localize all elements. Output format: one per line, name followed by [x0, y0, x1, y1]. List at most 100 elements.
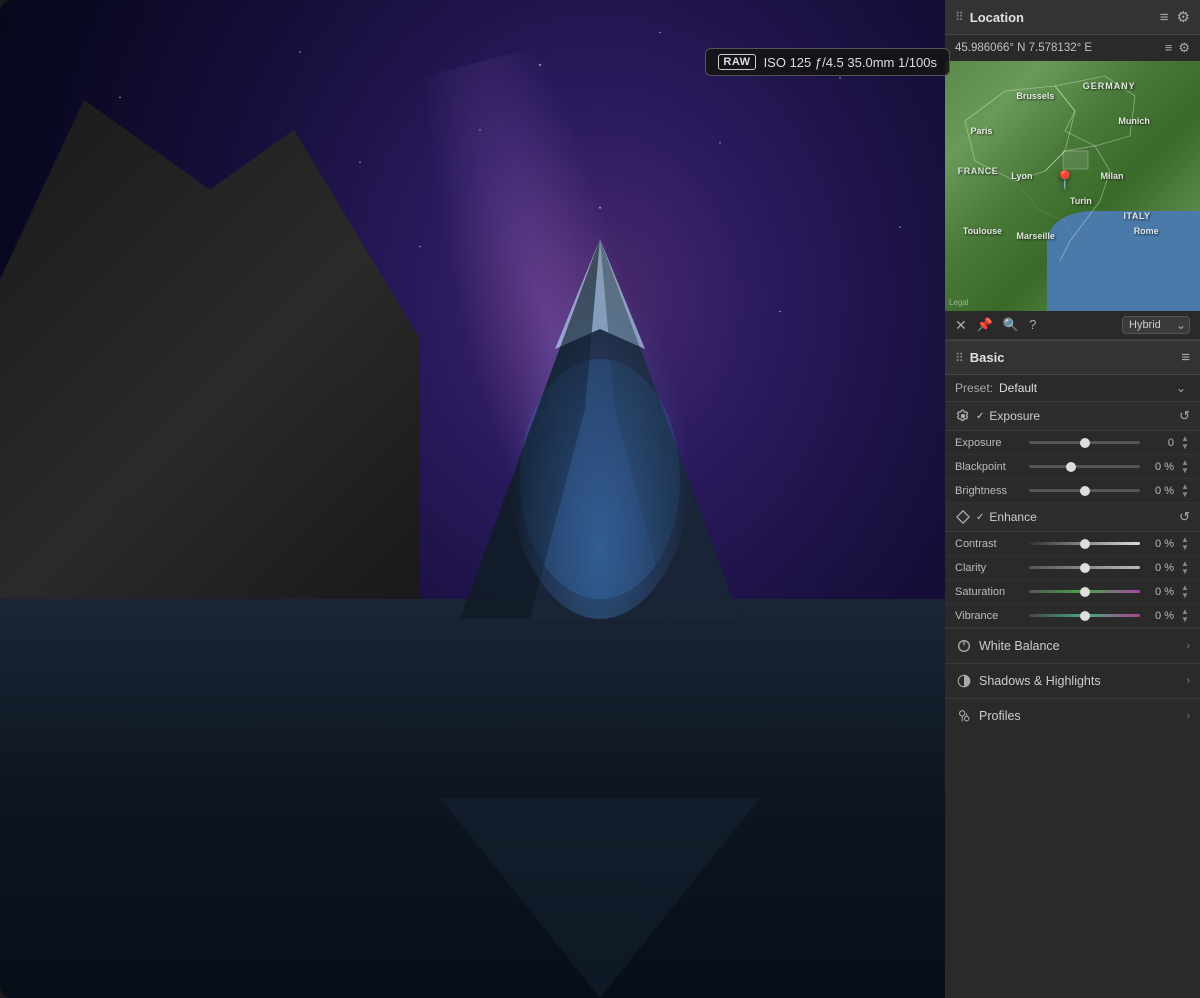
stepper-blackpoint[interactable]: ▲ ▼ [1180, 459, 1190, 474]
slider-track-clarity[interactable] [1029, 561, 1140, 575]
slider-track-brightness[interactable] [1029, 484, 1140, 498]
stepper-vibrance[interactable]: ▲ ▼ [1180, 608, 1190, 623]
stepper-up-clarity[interactable]: ▲ [1180, 560, 1190, 567]
stepper-exposure[interactable]: ▲ ▼ [1180, 435, 1190, 450]
preset-select-wrapper[interactable]: Default Vivid Muted [999, 381, 1190, 395]
slider-row-contrast: Contrast 0 % ▲ ▼ [945, 532, 1200, 556]
list-icon[interactable]: ≡ [1160, 9, 1169, 26]
exposure-title-row: ✓ Exposure [955, 408, 1040, 424]
enhance-diamond-icon[interactable] [955, 509, 971, 525]
slider-track-saturation[interactable] [1029, 585, 1140, 599]
coords-icons: ≡ ⚙ [1165, 40, 1190, 56]
basic-menu-icon[interactable]: ≡ [1181, 349, 1190, 366]
basic-title-row: ⠿ Basic [955, 350, 1005, 365]
meta-info-text: ISO 125 ƒ/4.5 35.0mm 1/100s [764, 55, 937, 70]
map-area[interactable]: Brussels GERMANY Paris Munich FRANCE Lyo… [945, 61, 1200, 311]
settings-gear-icon[interactable]: ⚙ [1178, 40, 1190, 56]
stepper-up-vibrance[interactable]: ▲ [1180, 608, 1190, 615]
map-legal: Legal [949, 298, 969, 307]
profiles-arrow: › [1186, 710, 1190, 722]
coords-row: 45.986066° N 7.578132° E ≡ ⚙ [945, 35, 1200, 61]
drag-handle-basic[interactable]: ⠿ [955, 351, 964, 365]
drag-handle-location[interactable]: ⠿ [955, 10, 964, 24]
slider-track-contrast[interactable] [1029, 537, 1140, 551]
location-title: Location [970, 10, 1024, 25]
mountain-reflection [440, 798, 760, 998]
enhance-sliders: Contrast 0 % ▲ ▼ Clarity [945, 532, 1200, 628]
mountain-glow [504, 269, 696, 618]
slider-row-blackpoint: Blackpoint 0 % ▲ ▼ [945, 455, 1200, 479]
location-actions[interactable]: ≡ ⚙ [1160, 8, 1190, 26]
slider-track-exposure[interactable] [1029, 436, 1140, 450]
list-view-icon[interactable]: ≡ [1165, 40, 1173, 56]
profiles-icon [955, 707, 973, 725]
slider-value-brightness: 0 % [1146, 485, 1174, 497]
stepper-down-saturation[interactable]: ▼ [1180, 592, 1190, 599]
settings-icon[interactable]: ⚙ [1177, 8, 1190, 26]
stepper-up-brightness[interactable]: ▲ [1180, 483, 1190, 490]
exposure-title: Exposure [989, 409, 1040, 423]
shadows-highlights-section[interactable]: Shadows & Highlights › [945, 663, 1200, 698]
map-background: Brussels GERMANY Paris Munich FRANCE Lyo… [945, 61, 1200, 311]
label-marseille: Marseille [1016, 231, 1055, 241]
stepper-clarity[interactable]: ▲ ▼ [1180, 560, 1190, 575]
white-balance-section[interactable]: White Balance › [945, 628, 1200, 663]
stepper-down-clarity[interactable]: ▼ [1180, 568, 1190, 575]
stepper-brightness[interactable]: ▲ ▼ [1180, 483, 1190, 498]
map-pin-icon[interactable]: 📌 [977, 317, 993, 334]
slider-label-exposure: Exposure [955, 437, 1023, 449]
slider-row-clarity: Clarity 0 % ▲ ▼ [945, 556, 1200, 580]
shadows-highlights-arrow: › [1186, 675, 1190, 687]
wb-icon [955, 637, 973, 655]
enhance-subsection-header: ✓ Enhance ↺ [945, 503, 1200, 532]
enhance-title-row: ✓ Enhance [955, 509, 1037, 525]
slider-value-vibrance: 0 % [1146, 610, 1174, 622]
slider-row-vibrance: Vibrance 0 % ▲ ▼ [945, 604, 1200, 628]
slider-label-vibrance: Vibrance [955, 610, 1023, 622]
exposure-reset[interactable]: ↺ [1179, 408, 1190, 424]
stepper-down-exposure[interactable]: ▼ [1180, 443, 1190, 450]
stepper-down-brightness[interactable]: ▼ [1180, 491, 1190, 498]
preset-label: Preset: [955, 381, 993, 395]
slider-value-exposure: 0 [1146, 437, 1174, 449]
preset-select[interactable]: Default Vivid Muted [999, 381, 1190, 395]
panel-scroll[interactable]: ⠿ Basic ≡ Preset: Default Vivid Muted [945, 340, 1200, 998]
stepper-contrast[interactable]: ▲ ▼ [1180, 536, 1190, 551]
map-search-icon[interactable]: 🔍 [1003, 317, 1019, 334]
stepper-saturation[interactable]: ▲ ▼ [1180, 584, 1190, 599]
enhance-title: Enhance [989, 510, 1036, 524]
slider-track-blackpoint[interactable] [1029, 460, 1140, 474]
label-italy: ITALY [1124, 211, 1151, 221]
stepper-up-contrast[interactable]: ▲ [1180, 536, 1190, 543]
panel-bottom-pad [945, 733, 1200, 743]
slider-label-brightness: Brightness [955, 485, 1023, 497]
label-paris: Paris [971, 126, 993, 136]
stepper-up-blackpoint[interactable]: ▲ [1180, 459, 1190, 466]
map-close-icon[interactable]: ✕ [955, 317, 967, 334]
raw-label: RAW [718, 54, 755, 70]
label-munich: Munich [1118, 116, 1150, 126]
slider-value-blackpoint: 0 % [1146, 461, 1174, 473]
basic-actions[interactable]: ≡ [1181, 349, 1190, 366]
stepper-down-blackpoint[interactable]: ▼ [1180, 467, 1190, 474]
exposure-gear-icon[interactable] [955, 408, 971, 424]
stepper-down-vibrance[interactable]: ▼ [1180, 616, 1190, 623]
stepper-up-exposure[interactable]: ▲ [1180, 435, 1190, 442]
white-balance-title: White Balance [979, 639, 1180, 653]
label-turin: Turin [1070, 196, 1092, 206]
enhance-reset[interactable]: ↺ [1179, 509, 1190, 525]
white-balance-arrow: › [1186, 640, 1190, 652]
map-help-icon[interactable]: ? [1029, 317, 1036, 334]
stepper-up-saturation[interactable]: ▲ [1180, 584, 1190, 591]
stepper-down-contrast[interactable]: ▼ [1180, 544, 1190, 551]
slider-value-clarity: 0 % [1146, 562, 1174, 574]
slider-track-vibrance[interactable] [1029, 609, 1140, 623]
shadows-highlights-title: Shadows & Highlights [979, 674, 1180, 688]
label-rome: Rome [1134, 226, 1159, 236]
profiles-section[interactable]: Profiles › [945, 698, 1200, 733]
exposure-check: ✓ [976, 411, 984, 422]
label-brussels: Brussels [1016, 91, 1054, 101]
label-france: FRANCE [958, 166, 999, 176]
map-type-select[interactable]: Hybrid Satellite Street Terrain [1122, 316, 1190, 334]
map-type-wrapper[interactable]: Hybrid Satellite Street Terrain [1122, 316, 1190, 334]
